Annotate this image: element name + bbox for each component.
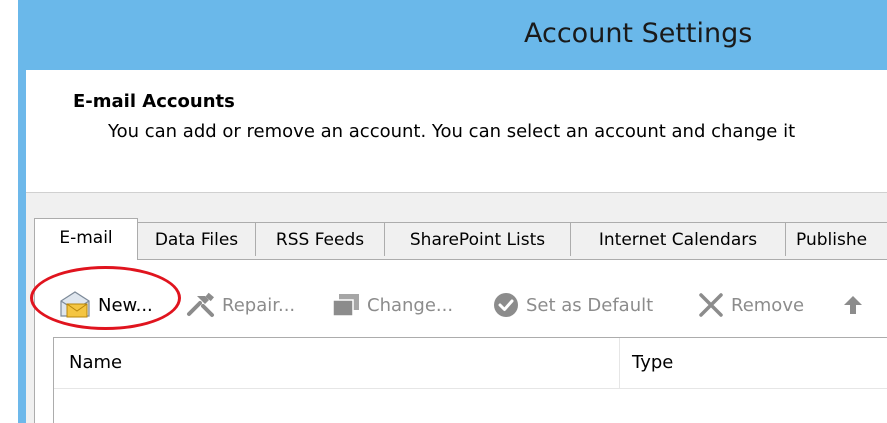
tab-label: SharePoint Lists: [409, 230, 546, 250]
tab-published-calendars[interactable]: Publishe: [785, 222, 887, 256]
set-as-default-label: Set as Default: [526, 294, 654, 316]
x-icon: [699, 293, 723, 317]
tab-label: E-mail: [59, 228, 113, 248]
account-list[interactable]: Name Type: [53, 337, 887, 423]
column-header-type[interactable]: Type: [632, 338, 673, 388]
tab-label: Publishe: [796, 230, 868, 250]
set-as-default-button[interactable]: Set as Default: [492, 288, 653, 322]
tab-strip: E-mail Data Files RSS Feeds SharePoint L…: [34, 218, 887, 260]
tab-sharepoint-lists[interactable]: SharePoint Lists: [384, 222, 571, 256]
tab-internet-calendars[interactable]: Internet Calendars: [570, 222, 786, 256]
move-up-button[interactable]: [842, 288, 870, 322]
tools-icon: [187, 292, 214, 317]
column-header-name[interactable]: Name: [69, 338, 122, 388]
new-account-button[interactable]: New...: [58, 288, 153, 322]
change-button-label: Change...: [367, 294, 454, 316]
tab-email[interactable]: E-mail: [34, 218, 138, 260]
header-description: You can add or remove an account. You ca…: [108, 121, 796, 142]
tab-label: Internet Calendars: [598, 230, 758, 250]
repair-button-label: Repair...: [222, 294, 296, 316]
change-icon: [332, 294, 359, 317]
remove-button[interactable]: Remove: [697, 288, 804, 322]
new-account-envelope-icon: [60, 291, 90, 318]
remove-button-label: Remove: [731, 294, 805, 316]
column-divider[interactable]: [619, 338, 620, 388]
tab-label: RSS Feeds: [275, 230, 365, 250]
checkmark-circle-icon: [494, 293, 518, 317]
header-title: E-mail Accounts: [73, 91, 235, 112]
title-bar[interactable]: [18, 0, 887, 70]
arrow-up-icon: [844, 296, 862, 314]
tab-data-files[interactable]: Data Files: [137, 222, 256, 256]
tab-rss-feeds[interactable]: RSS Feeds: [255, 222, 385, 256]
repair-button[interactable]: Repair...: [186, 288, 295, 322]
account-settings-window: Account Settings E-mail Accounts You can…: [0, 0, 887, 423]
change-button[interactable]: Change...: [331, 288, 453, 322]
window-title: Account Settings: [524, 18, 753, 49]
list-header: Name Type: [54, 338, 887, 389]
tab-label: Data Files: [154, 230, 239, 250]
new-button-label: New...: [98, 294, 153, 316]
